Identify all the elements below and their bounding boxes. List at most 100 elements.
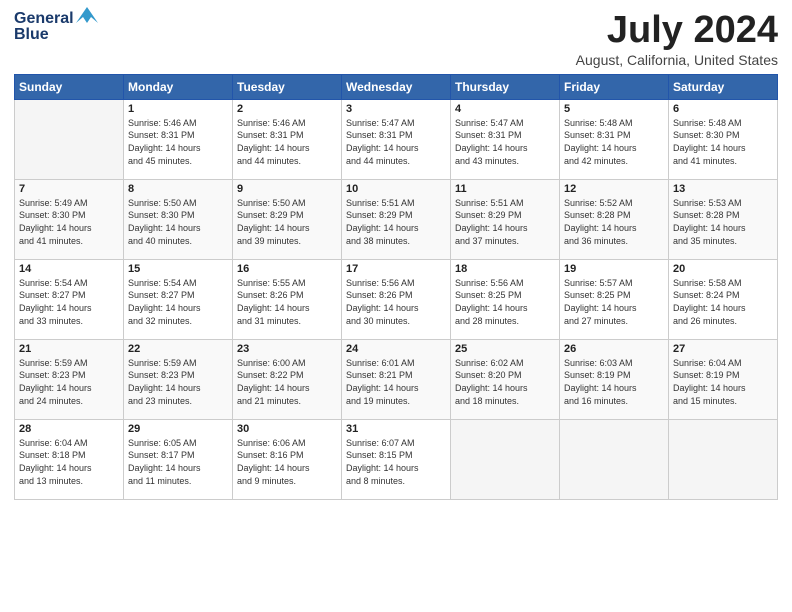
day-number: 21 (19, 343, 119, 355)
day-number: 3 (346, 103, 446, 115)
calendar-week-1: 1 Sunrise: 5:46 AMSunset: 8:31 PMDaylight… (15, 99, 778, 179)
calendar-cell (669, 419, 778, 499)
day-number: 20 (673, 263, 773, 275)
calendar-cell: 2 Sunrise: 5:46 AMSunset: 8:31 PMDaylight… (233, 99, 342, 179)
calendar-cell: 5 Sunrise: 5:48 AMSunset: 8:31 PMDaylight… (560, 99, 669, 179)
logo-blue: Blue (14, 26, 49, 44)
calendar-cell: 12 Sunrise: 5:52 AMSunset: 8:28 PMDayligh… (560, 179, 669, 259)
header-row: Sunday Monday Tuesday Wednesday Thursday… (15, 74, 778, 99)
day-number: 10 (346, 183, 446, 195)
day-number: 26 (564, 343, 664, 355)
calendar-cell: 13 Sunrise: 5:53 AMSunset: 8:28 PMDayligh… (669, 179, 778, 259)
day-number: 30 (237, 423, 337, 435)
calendar-week-2: 7Sunrise: 5:49 AMSunset: 8:30 PMDaylight… (15, 179, 778, 259)
calendar-cell: 22Sunrise: 5:59 AMSunset: 8:23 PMDayligh… (124, 339, 233, 419)
calendar-cell: 8Sunrise: 5:50 AMSunset: 8:30 PMDaylight… (124, 179, 233, 259)
day-number: 31 (346, 423, 446, 435)
day-info: Sunrise: 6:04 AMSunset: 8:19 PMDaylight:… (673, 357, 773, 407)
calendar-table: Sunday Monday Tuesday Wednesday Thursday… (14, 74, 778, 500)
col-wednesday: Wednesday (342, 74, 451, 99)
header: General Blue July 2024 August, Californi… (14, 10, 778, 68)
calendar-cell: 6 Sunrise: 5:48 AMSunset: 8:30 PMDaylight… (669, 99, 778, 179)
day-number: 24 (346, 343, 446, 355)
calendar-cell: 14 Sunrise: 5:54 AMSunset: 8:27 PMDayligh… (15, 259, 124, 339)
day-info: Sunrise: 5:47 AMSunset: 8:31 PMDaylight:… (455, 117, 555, 167)
day-number: 27 (673, 343, 773, 355)
calendar-cell: 24 Sunrise: 6:01 AMSunset: 8:21 PMDayligh… (342, 339, 451, 419)
col-thursday: Thursday (451, 74, 560, 99)
day-info: Sunrise: 6:05 AMSunset: 8:17 PMDaylight:… (128, 437, 228, 487)
day-number: 1 (128, 103, 228, 115)
calendar-cell: 17 Sunrise: 5:56 AMSunset: 8:26 PMDayligh… (342, 259, 451, 339)
calendar-cell: 29 Sunrise: 6:05 AMSunset: 8:17 PMDayligh… (124, 419, 233, 499)
location: August, California, United States (576, 52, 778, 68)
calendar-cell: 30Sunrise: 6:06 AMSunset: 8:16 PMDayligh… (233, 419, 342, 499)
day-number: 5 (564, 103, 664, 115)
calendar-cell: 1 Sunrise: 5:46 AMSunset: 8:31 PMDaylight… (124, 99, 233, 179)
calendar-page: General Blue July 2024 August, Californi… (0, 0, 792, 612)
day-info: Sunrise: 5:54 AMSunset: 8:27 PMDaylight:… (128, 277, 228, 327)
day-info: Sunrise: 5:54 AMSunset: 8:27 PMDaylight:… (19, 277, 119, 327)
day-info: Sunrise: 5:46 AMSunset: 8:31 PMDaylight:… (128, 117, 228, 167)
day-info: Sunrise: 5:53 AMSunset: 8:28 PMDaylight:… (673, 197, 773, 247)
calendar-cell: 11Sunrise: 5:51 AMSunset: 8:29 PMDayligh… (451, 179, 560, 259)
calendar-cell (15, 99, 124, 179)
col-saturday: Saturday (669, 74, 778, 99)
calendar-cell (451, 419, 560, 499)
day-info: Sunrise: 5:46 AMSunset: 8:31 PMDaylight:… (237, 117, 337, 167)
col-monday: Monday (124, 74, 233, 99)
calendar-cell (560, 419, 669, 499)
calendar-cell: 27 Sunrise: 6:04 AMSunset: 8:19 PMDayligh… (669, 339, 778, 419)
calendar-cell: 21Sunrise: 5:59 AMSunset: 8:23 PMDayligh… (15, 339, 124, 419)
day-number: 14 (19, 263, 119, 275)
day-info: Sunrise: 6:03 AMSunset: 8:19 PMDaylight:… (564, 357, 664, 407)
month-title: July 2024 (576, 10, 778, 52)
calendar-cell: 10 Sunrise: 5:51 AMSunset: 8:29 PMDayligh… (342, 179, 451, 259)
calendar-cell: 7Sunrise: 5:49 AMSunset: 8:30 PMDaylight… (15, 179, 124, 259)
day-info: Sunrise: 5:56 AMSunset: 8:25 PMDaylight:… (455, 277, 555, 327)
day-number: 8 (128, 183, 228, 195)
day-info: Sunrise: 5:56 AMSunset: 8:26 PMDaylight:… (346, 277, 446, 327)
day-number: 15 (128, 263, 228, 275)
title-section: July 2024 August, California, United Sta… (576, 10, 778, 68)
day-number: 4 (455, 103, 555, 115)
calendar-cell: 31 Sunrise: 6:07 AMSunset: 8:15 PMDayligh… (342, 419, 451, 499)
day-info: Sunrise: 6:01 AMSunset: 8:21 PMDaylight:… (346, 357, 446, 407)
calendar-week-4: 21 Sunrise: 5:59 AMSunset: 8:23 PMDayligh… (15, 339, 778, 419)
day-number: 13 (673, 183, 773, 195)
day-number: 7 (19, 183, 119, 195)
day-info: Sunrise: 5:55 AMSunset: 8:26 PMDaylight:… (237, 277, 337, 327)
calendar-cell: 25Sunrise: 6:02 AMSunset: 8:20 PMDayligh… (451, 339, 560, 419)
calendar-cell: 23Sunrise: 6:00 AMSunset: 8:22 PMDayligh… (233, 339, 342, 419)
calendar-week-5: 28Sunrise: 6:04 AMSunset: 8:18 PMDayligh… (15, 419, 778, 499)
day-info: Sunrise: 5:48 AMSunset: 8:31 PMDaylight:… (564, 117, 664, 167)
calendar-cell: 4 Sunrise: 5:47 AMSunset: 8:31 PMDaylight… (451, 99, 560, 179)
day-number: 28 (19, 423, 119, 435)
day-info: Sunrise: 5:52 AMSunset: 8:28 PMDaylight:… (564, 197, 664, 247)
calendar-cell: 16 Sunrise: 5:55 AMSunset: 8:26 PMDayligh… (233, 259, 342, 339)
calendar-cell: 9Sunrise: 5:50 AMSunset: 8:29 PMDaylight… (233, 179, 342, 259)
day-number: 16 (237, 263, 337, 275)
day-info: Sunrise: 5:51 AMSunset: 8:29 PMDaylight:… (346, 197, 446, 247)
calendar-cell: 26 Sunrise: 6:03 AMSunset: 8:19 PMDayligh… (560, 339, 669, 419)
day-info: Sunrise: 5:58 AMSunset: 8:24 PMDaylight:… (673, 277, 773, 327)
day-number: 6 (673, 103, 773, 115)
day-info: Sunrise: 5:48 AMSunset: 8:30 PMDaylight:… (673, 117, 773, 167)
day-number: 25 (455, 343, 555, 355)
day-info: Sunrise: 5:59 AMSunset: 8:23 PMDaylight:… (128, 357, 228, 407)
day-number: 17 (346, 263, 446, 275)
calendar-cell: 19Sunrise: 5:57 AMSunset: 8:25 PMDayligh… (560, 259, 669, 339)
day-info: Sunrise: 5:50 AMSunset: 8:29 PMDaylight:… (237, 197, 337, 247)
col-tuesday: Tuesday (233, 74, 342, 99)
day-number: 2 (237, 103, 337, 115)
day-info: Sunrise: 6:00 AMSunset: 8:22 PMDaylight:… (237, 357, 337, 407)
day-number: 29 (128, 423, 228, 435)
calendar-cell: 20 Sunrise: 5:58 AMSunset: 8:24 PMDayligh… (669, 259, 778, 339)
day-info: Sunrise: 5:47 AMSunset: 8:31 PMDaylight:… (346, 117, 446, 167)
calendar-cell: 18Sunrise: 5:56 AMSunset: 8:25 PMDayligh… (451, 259, 560, 339)
day-info: Sunrise: 5:57 AMSunset: 8:25 PMDaylight:… (564, 277, 664, 327)
day-number: 12 (564, 183, 664, 195)
day-number: 11 (455, 183, 555, 195)
calendar-week-3: 14 Sunrise: 5:54 AMSunset: 8:27 PMDayligh… (15, 259, 778, 339)
day-info: Sunrise: 6:07 AMSunset: 8:15 PMDaylight:… (346, 437, 446, 487)
